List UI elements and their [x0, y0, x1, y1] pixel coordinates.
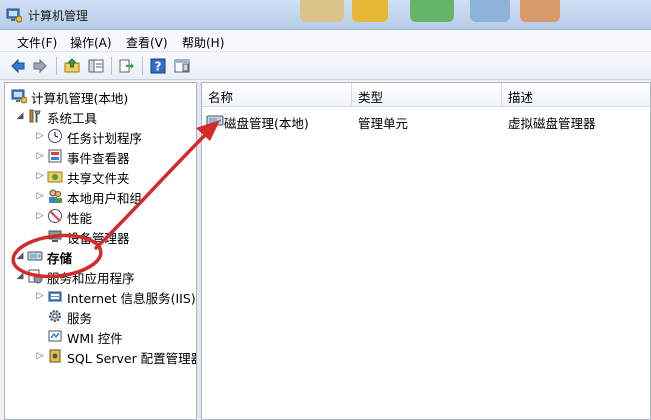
window-decoration [520, 0, 560, 22]
collapsed-arrow-icon[interactable]: ▷ [35, 291, 45, 301]
menu-file[interactable]: 文件(F) [14, 33, 60, 52]
gear-icon [49, 310, 61, 322]
collapsed-arrow-icon[interactable]: ▷ [35, 151, 45, 161]
collapsed-arrow-icon[interactable]: ▷ [35, 171, 45, 181]
toolbar-separator [56, 57, 57, 75]
wmi-icon [48, 330, 62, 342]
column-header-name[interactable]: 名称 [202, 83, 352, 107]
expanded-arrow-icon[interactable]: ◢ [15, 271, 25, 281]
menu-view[interactable]: 查看(V) [123, 33, 171, 52]
device-manager-icon [48, 230, 62, 242]
forward-arrow-icon [33, 58, 47, 74]
tree-node-system-tools[interactable]: ◢ 系统工具 [15, 107, 195, 126]
list-item[interactable]: 磁盘管理(本地) 管理单元 虚拟磁盘管理器 [202, 111, 650, 131]
row-name: 磁盘管理(本地) [224, 116, 309, 131]
window-title: 计算机管理 [28, 9, 89, 23]
expanded-arrow-icon[interactable]: ◢ [15, 111, 25, 121]
tree-node-services-and-applications[interactable]: ◢ 服务和应用程序 [15, 267, 195, 286]
tree-node-label: 计算机管理(本地) [31, 91, 129, 106]
back-button[interactable] [8, 56, 28, 76]
window-decoration [352, 0, 388, 22]
row-description: 虚拟磁盘管理器 [508, 116, 596, 131]
collapsed-arrow-icon[interactable]: ▷ [35, 191, 45, 201]
window-decoration [410, 0, 454, 22]
expanded-arrow-icon[interactable]: ◢ [15, 251, 25, 261]
users-icon [49, 189, 62, 203]
forward-button[interactable] [30, 56, 50, 76]
tree-node-sql-server[interactable]: ▷ SQL Server 配置管理器 [35, 347, 197, 366]
tree-node-label: 事件查看器 [67, 151, 130, 166]
tree-node-storage[interactable]: ◢ 存储 [15, 247, 195, 266]
export-list-icon [119, 59, 134, 73]
tree-node-wmi[interactable]: WMI 控件 [35, 327, 195, 346]
menu-bar: 文件(F) 操作(A) 查看(V) 帮助(H) [0, 30, 651, 52]
disk-management-icon [206, 115, 224, 126]
event-viewer-icon [48, 149, 62, 163]
window-decoration [300, 0, 344, 22]
computer-management-icon [11, 89, 27, 104]
window-decoration [470, 0, 510, 22]
performance-icon [48, 209, 62, 223]
shared-folder-icon [47, 171, 63, 183]
svg-text:?: ? [155, 60, 162, 74]
help-button[interactable]: ? [148, 56, 168, 76]
console-tree[interactable]: 计算机管理(本地) ◢ 系统工具 ▷ 任务计划程序 ▷ 事件查看器 ▷ 共享文件… [4, 82, 197, 420]
show-hide-tree-button[interactable] [86, 56, 106, 76]
back-arrow-icon [11, 58, 25, 74]
tree-node-performance[interactable]: ▷ 性能 [35, 207, 195, 226]
collapsed-arrow-icon[interactable]: ▷ [35, 131, 45, 141]
up-folder-icon [64, 58, 80, 73]
tree-node-task-scheduler[interactable]: ▷ 任务计划程序 [35, 127, 195, 146]
tree-node-label: Internet 信息服务(IIS)管 [67, 291, 197, 306]
toolbar-separator [142, 57, 143, 75]
tree-node-label: 本地用户和组 [67, 191, 143, 206]
storage-icon [27, 251, 43, 261]
clock-icon [48, 129, 62, 143]
tree-node-label: 服务和应用程序 [47, 271, 135, 286]
properties-view-icon [174, 59, 190, 73]
services-applications-icon [28, 269, 43, 284]
collapsed-arrow-icon[interactable]: ▷ [35, 351, 45, 361]
tree-node-label: 设备管理器 [67, 231, 130, 246]
tree-node-services[interactable]: 服务 [35, 307, 195, 326]
toolbar-separator [111, 57, 112, 75]
tools-icon [29, 109, 41, 123]
tree-node-local-users[interactable]: ▷ 本地用户和组 [35, 187, 195, 206]
column-header-description[interactable]: 描述 [502, 83, 650, 107]
computer-management-icon [6, 8, 22, 23]
menu-action[interactable]: 操作(A) [67, 33, 115, 52]
show-hide-tree-icon [88, 59, 104, 73]
tree-node-event-viewer[interactable]: ▷ 事件查看器 [35, 147, 195, 166]
tree-node-label: 服务 [67, 311, 93, 326]
tree-node-label: 共享文件夹 [67, 171, 130, 186]
up-button[interactable] [62, 56, 82, 76]
title-bar: 计算机管理 [0, 0, 651, 30]
properties-view-button[interactable] [172, 56, 192, 76]
details-list[interactable]: 名称 类型 描述 磁盘管理(本地) 管理单元 虚拟磁盘管理器 [201, 82, 651, 420]
iis-icon [48, 291, 62, 302]
tree-node-label: WMI 控件 [67, 331, 123, 346]
tree-node-label: SQL Server 配置管理器 [67, 351, 197, 366]
tree-node-computer-management[interactable]: 计算机管理(本地) [5, 87, 189, 106]
tree-node-label: 系统工具 [47, 111, 98, 126]
help-icon: ? [150, 58, 166, 74]
toolbar: ? [0, 52, 651, 80]
menu-help[interactable]: 帮助(H) [179, 33, 227, 52]
export-list-button[interactable] [116, 56, 136, 76]
column-header-type[interactable]: 类型 [352, 83, 502, 107]
tree-node-label: 任务计划程序 [67, 131, 143, 146]
tree-node-label: 性能 [67, 211, 93, 226]
tree-node-iis[interactable]: ▷ Internet 信息服务(IIS)管 [35, 287, 197, 306]
row-type: 管理单元 [358, 116, 409, 131]
collapsed-arrow-icon[interactable]: ▷ [35, 211, 45, 221]
tree-node-shared-folders[interactable]: ▷ 共享文件夹 [35, 167, 195, 186]
sql-server-icon [49, 349, 61, 363]
tree-node-label: 存储 [47, 251, 73, 266]
tree-node-device-manager[interactable]: 设备管理器 [35, 227, 195, 246]
